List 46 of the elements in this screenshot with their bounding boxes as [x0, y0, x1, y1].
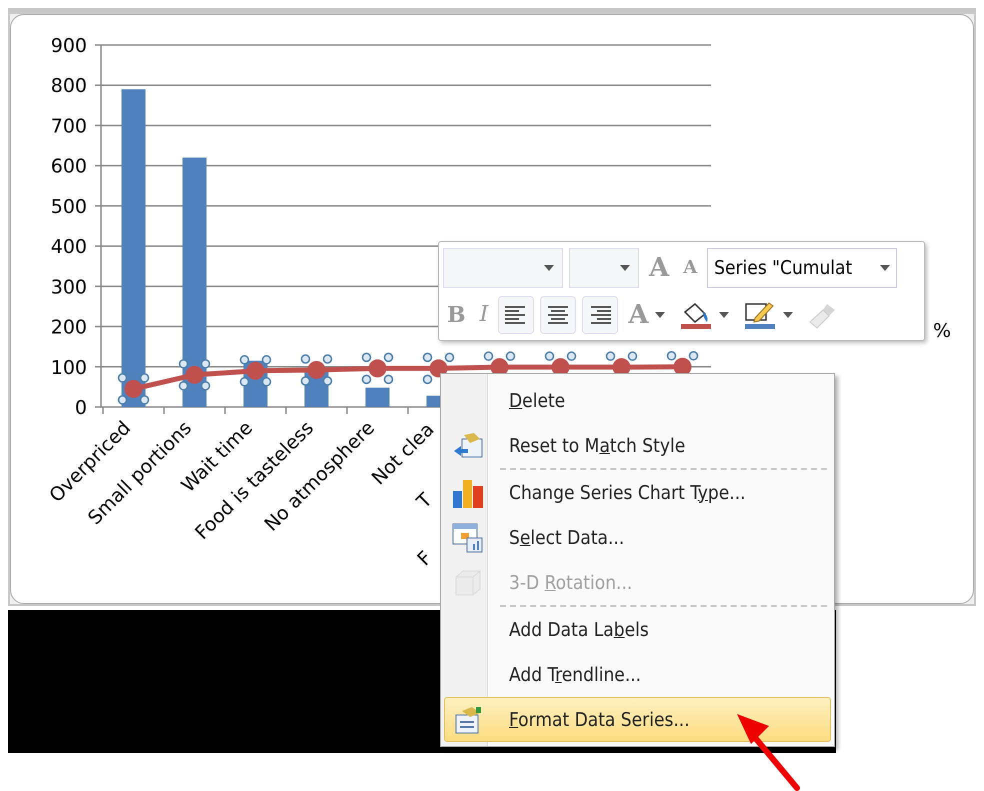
axis-label: 300	[50, 276, 87, 298]
pencil-icon	[742, 300, 776, 330]
axis-label: 700	[50, 115, 87, 138]
axis-label: 100	[50, 356, 87, 379]
selection-dropdown[interactable]: Series "Cumulat	[707, 248, 898, 288]
line-point[interactable]	[240, 355, 272, 387]
point	[186, 366, 204, 384]
align-center-button[interactable]	[540, 296, 576, 334]
menu-item[interactable]: Add Trendline...	[444, 652, 831, 697]
menu-item[interactable]: Delete	[444, 378, 831, 423]
menu-item[interactable]: Reset to Match Style	[444, 423, 831, 468]
axis-label: 400	[50, 236, 87, 258]
axis-label: 600	[50, 156, 87, 178]
dropdown-caret-icon	[718, 312, 728, 318]
reset-style-icon	[452, 430, 484, 460]
label-fragment: T	[412, 488, 437, 513]
align-left-button[interactable]	[498, 296, 534, 334]
align-right-button[interactable]	[582, 296, 618, 334]
label-fragment: F	[413, 546, 437, 570]
axis-label: 500	[50, 196, 87, 218]
menu-item[interactable]: Change Series Chart Type...	[444, 470, 831, 515]
axis-label: 200	[50, 316, 87, 339]
point	[246, 362, 264, 380]
axis-label: 0	[74, 397, 87, 419]
axis-label: 900	[50, 35, 87, 57]
dropdown-caret-icon	[544, 264, 554, 270]
line-point[interactable]	[118, 373, 150, 405]
axis-label: %	[933, 320, 952, 342]
font-name-field[interactable]	[443, 248, 563, 288]
font-size-field[interactable]	[569, 248, 639, 288]
line-point[interactable]	[300, 354, 332, 386]
point	[430, 359, 448, 378]
point	[368, 359, 386, 378]
point	[124, 380, 142, 398]
line-point[interactable]	[178, 359, 210, 391]
table-data-icon	[452, 522, 484, 554]
point	[308, 360, 326, 379]
dropdown-caret-icon	[782, 312, 792, 318]
dropdown-caret-icon	[654, 312, 664, 318]
axis-label: 800	[50, 75, 87, 98]
menu-item[interactable]: Select Data...	[444, 515, 831, 560]
dropdown-caret-icon	[880, 264, 890, 270]
menu-item[interactable]: Format Data Series...	[444, 697, 831, 742]
dropdown-caret-icon	[620, 264, 630, 270]
line-point[interactable]	[362, 352, 394, 384]
menu-item[interactable]: Add Data Labels	[444, 607, 831, 652]
